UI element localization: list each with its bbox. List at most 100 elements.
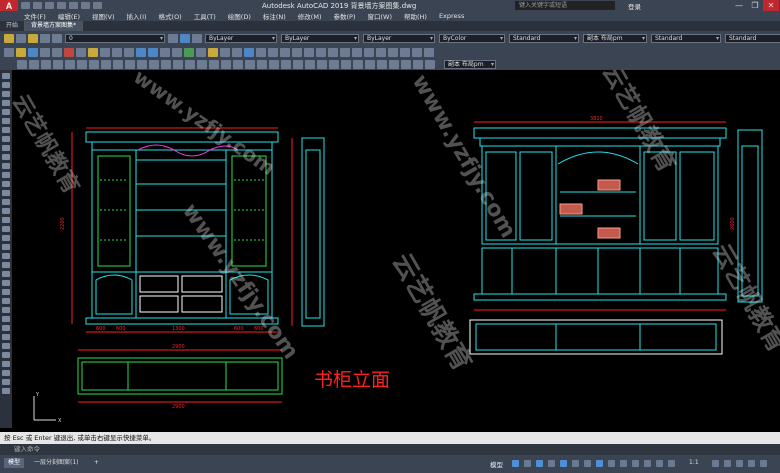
aligned-dim-icon[interactable]: [280, 48, 290, 57]
extend-icon[interactable]: [137, 60, 147, 69]
mtext-tool-icon[interactable]: [2, 235, 10, 241]
otrack-icon[interactable]: [572, 460, 579, 467]
autocad-logo[interactable]: A: [0, 0, 18, 11]
lineweight-dropdown[interactable]: ByLayer: [363, 34, 435, 43]
layer-dropdown[interactable]: 0: [65, 34, 165, 43]
preview-icon[interactable]: [52, 48, 62, 57]
field-icon[interactable]: [401, 60, 411, 69]
make-block-icon[interactable]: [2, 181, 10, 187]
insert-block-icon[interactable]: [2, 172, 10, 178]
add-selected-icon[interactable]: [2, 244, 10, 250]
sheet-set-icon[interactable]: [220, 48, 230, 57]
add-layout-button[interactable]: +: [90, 458, 103, 468]
menu-insert[interactable]: 插入(I): [121, 11, 153, 21]
tab-layout-1[interactable]: 一层分刻图案(1): [30, 458, 83, 468]
menu-file[interactable]: 文件(F): [18, 11, 52, 21]
ellipse-arc-icon[interactable]: [2, 163, 10, 169]
center-mark-icon[interactable]: [412, 48, 422, 57]
list-icon[interactable]: [233, 60, 243, 69]
tab-drawing[interactable]: 背景墙方案图集*: [25, 21, 84, 31]
save-icon[interactable]: [45, 2, 54, 9]
dim-edit-icon[interactable]: [424, 48, 434, 57]
menu-view[interactable]: 视图(V): [86, 11, 121, 21]
jogged-icon[interactable]: [328, 48, 338, 57]
calculator-icon[interactable]: [244, 48, 254, 57]
new-icon[interactable]: [4, 48, 14, 57]
3d-osnap-icon[interactable]: [620, 460, 627, 467]
cut-icon[interactable]: [64, 48, 74, 57]
stretch-icon[interactable]: [113, 60, 123, 69]
plus-icon[interactable]: [724, 460, 731, 467]
linear-dim-icon[interactable]: [268, 48, 278, 57]
explode-icon[interactable]: [197, 60, 207, 69]
chamfer-tool-icon[interactable]: [2, 370, 10, 376]
ortho-mode-icon[interactable]: [536, 460, 543, 467]
gradient-tool-icon[interactable]: [2, 208, 10, 214]
snap-icon[interactable]: [413, 60, 423, 69]
menu-modify[interactable]: 修改(M): [292, 11, 328, 21]
join-tool-icon[interactable]: [2, 361, 10, 367]
undo-icon[interactable]: [81, 2, 90, 9]
grid-icon[interactable]: [512, 460, 519, 467]
snap-mode-icon[interactable]: [524, 460, 531, 467]
block-icon[interactable]: [257, 60, 267, 69]
tolerance-icon[interactable]: [400, 48, 410, 57]
menu-help[interactable]: 帮助(H): [398, 11, 433, 21]
transparency-icon[interactable]: [596, 460, 603, 467]
selection-filter-icon[interactable]: [644, 460, 651, 467]
erase-tool-icon[interactable]: [2, 253, 10, 259]
array-tool-icon[interactable]: [2, 289, 10, 295]
layout-dimstyle-dropdown[interactable]: 副本 布局pm: [444, 60, 496, 69]
fillet-icon[interactable]: [185, 60, 195, 69]
image-icon[interactable]: [377, 60, 387, 69]
open-file-icon[interactable]: [33, 2, 42, 9]
break-tool-icon[interactable]: [2, 352, 10, 358]
polygon-icon[interactable]: [2, 100, 10, 106]
polar-icon[interactable]: [548, 460, 555, 467]
customization-icon[interactable]: [760, 460, 767, 467]
copy-tool-icon[interactable]: [2, 262, 10, 268]
xref-icon[interactable]: [389, 60, 399, 69]
move-tool-icon[interactable]: [2, 298, 10, 304]
layer-previous-icon[interactable]: [192, 34, 202, 43]
menu-format[interactable]: 格式(O): [153, 11, 188, 21]
scale-icon[interactable]: [101, 60, 111, 69]
linetype-dropdown[interactable]: ByLayer: [281, 34, 359, 43]
menu-draw[interactable]: 绘图(D): [222, 11, 257, 21]
zoom-realtime-icon[interactable]: [148, 48, 158, 57]
selection-cycling-icon[interactable]: [608, 460, 615, 467]
circle-icon[interactable]: [2, 127, 10, 133]
erase-icon[interactable]: [17, 60, 27, 69]
plot-icon[interactable]: [40, 48, 50, 57]
move-icon[interactable]: [77, 60, 87, 69]
plotstyle-dropdown[interactable]: ByColor: [439, 34, 505, 43]
mtext-icon[interactable]: [329, 60, 339, 69]
osnap-icon[interactable]: [560, 460, 567, 467]
ordinate-icon[interactable]: [304, 48, 314, 57]
revision-cloud-icon[interactable]: [2, 136, 10, 142]
search-input[interactable]: 键入关键字或短语: [515, 1, 615, 10]
match-properties-icon[interactable]: [100, 48, 110, 57]
polyline-icon[interactable]: [2, 91, 10, 97]
break-icon[interactable]: [149, 60, 159, 69]
layout-icon[interactable]: [353, 60, 363, 69]
new-file-icon[interactable]: [21, 2, 30, 9]
help-icon[interactable]: [256, 48, 266, 57]
ortho-icon[interactable]: [425, 60, 435, 69]
textstyle-dropdown[interactable]: Standard: [509, 34, 579, 43]
isolate-objects-icon[interactable]: [736, 460, 743, 467]
menu-edit[interactable]: 编辑(E): [52, 11, 86, 21]
viewport-icon[interactable]: [365, 60, 375, 69]
redo-icon[interactable]: [93, 2, 102, 9]
paste-icon[interactable]: [88, 48, 98, 57]
layer-match-icon[interactable]: [180, 34, 190, 43]
lock-icon[interactable]: [52, 34, 62, 43]
radius-icon[interactable]: [316, 48, 326, 57]
lightbulb-icon[interactable]: [28, 34, 38, 43]
design-center-icon[interactable]: [196, 48, 206, 57]
region-tool-icon[interactable]: [2, 217, 10, 223]
arc-length-icon[interactable]: [292, 48, 302, 57]
undo-icon-2[interactable]: [112, 48, 122, 57]
menu-parametric[interactable]: 参数(P): [327, 11, 361, 21]
tool-palettes-icon[interactable]: [208, 48, 218, 57]
